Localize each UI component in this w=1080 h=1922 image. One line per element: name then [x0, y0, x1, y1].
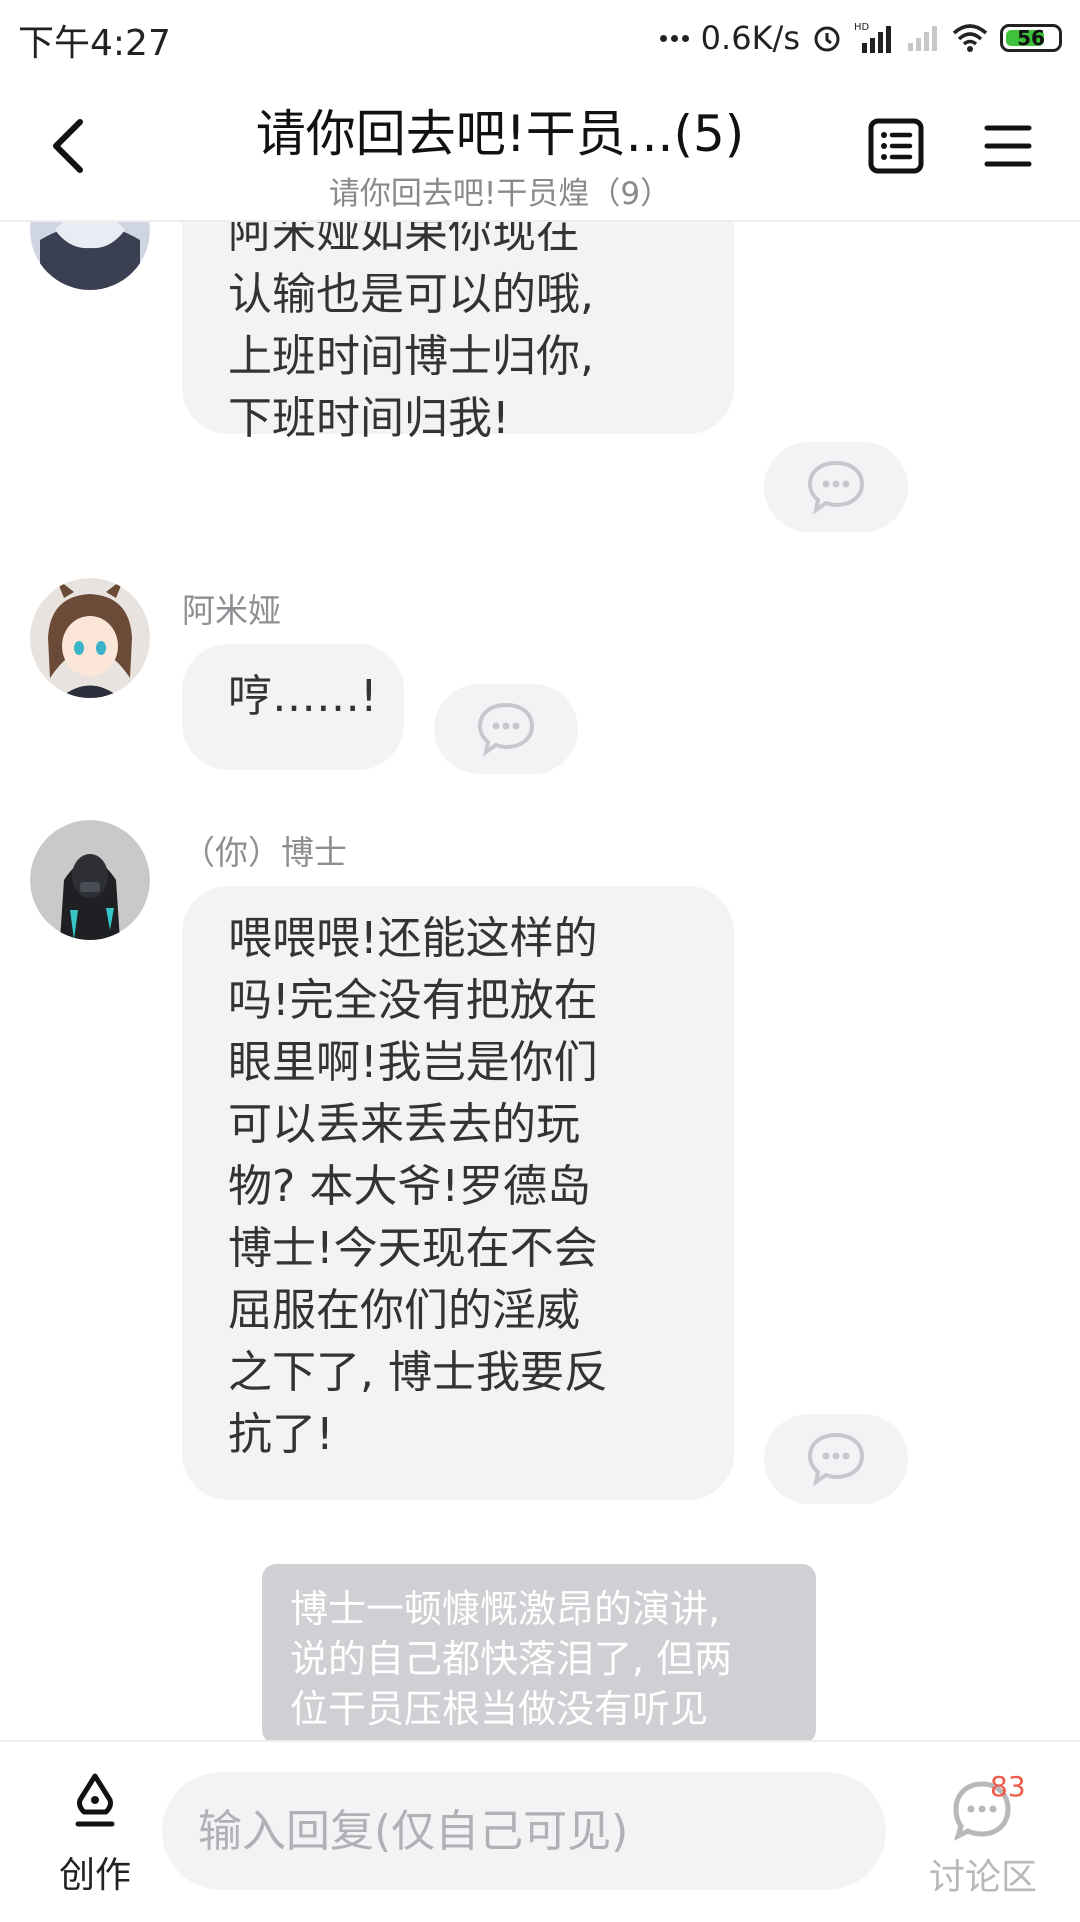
create-button[interactable]: 创作: [40, 1772, 150, 1896]
message-line: 物? 本大爷!罗德岛: [228, 1161, 591, 1212]
comment-button[interactable]: [764, 1414, 908, 1504]
comment-icon: [807, 460, 865, 515]
message-bubble: 喂喂喂!还能这样的 吗!完全没有把放在 眼里啊!我岂是你们 可以丢来丢去的玩 物…: [182, 886, 734, 1500]
message-line: 喂喂喂!还能这样的: [228, 913, 598, 964]
sender-name: 阿米娅: [182, 591, 281, 630]
status-icons: 0.6K/s HD 56: [659, 14, 1062, 62]
discussion-badge: 83: [990, 1770, 1026, 1803]
discussion-button[interactable]: 83 讨论区: [918, 1770, 1048, 1902]
narration-line: 博士一顿慷慨激昂的演讲,: [290, 1587, 721, 1631]
battery-level: 56: [1017, 26, 1045, 50]
status-bar: 下午4:27 0.6K/s HD 56: [0, 0, 1080, 76]
battery-icon: 56: [1000, 24, 1062, 52]
list-icon[interactable]: [868, 118, 924, 174]
back-icon[interactable]: [44, 116, 94, 176]
narration-line: 位干员压根当做没有听见: [290, 1687, 709, 1731]
message-line: 认输也是可以的哦,: [228, 269, 594, 320]
more-dots-icon: [659, 34, 689, 42]
narration-box: 博士一顿慷慨激昂的演讲, 说的自己都快落泪了, 但两 位干员压根当做没有听见: [262, 1564, 816, 1740]
message-line: 之下了, 博士我要反: [228, 1347, 608, 1398]
create-label: 创作: [58, 1855, 131, 1896]
message-line: 上班时间博士归你,: [228, 331, 594, 382]
bottom-bar: 创作 83 讨论区: [0, 1740, 1080, 1922]
alarm-icon: [814, 26, 840, 52]
message-line: 吗!完全没有把放在: [228, 975, 598, 1026]
chat-list[interactable]: 阿米娅如果你现在 认输也是可以的哦, 上班时间博士归你, 下班时间归我! 阿米娅…: [0, 222, 1080, 1740]
message-line: 抗了!: [228, 1409, 334, 1460]
comment-button[interactable]: [434, 684, 578, 774]
avatar-amiya[interactable]: [30, 578, 150, 698]
page-title: 请你回去吧!干员...(5): [255, 105, 745, 163]
status-time: 下午4:27: [18, 23, 171, 64]
signal-hd-icon: HD: [854, 22, 891, 53]
message-line: 哼……!: [228, 671, 378, 722]
message-line: 阿米娅如果你现在: [228, 222, 580, 258]
signal-empty-icon: [908, 26, 937, 51]
pen-icon: [75, 1773, 115, 1827]
discussion-label: 讨论区: [928, 1857, 1037, 1898]
wifi-icon: [952, 24, 988, 52]
message-bubble: 阿米娅如果你现在 认输也是可以的哦, 上班时间博士归你, 下班时间归我!: [182, 222, 734, 444]
message-line: 屈服在你们的淫威: [228, 1285, 580, 1336]
message-bubble: 哼……!: [182, 644, 404, 770]
reply-input[interactable]: [162, 1772, 886, 1890]
message-line: 下班时间归我!: [228, 393, 510, 444]
message-line: 博士!今天现在不会: [228, 1223, 598, 1274]
message-line: 可以丢来丢去的玩: [228, 1099, 580, 1150]
avatar-character[interactable]: [30, 222, 150, 290]
narration-line: 说的自己都快落泪了, 但两: [290, 1637, 733, 1681]
comment-icon: [807, 1432, 865, 1487]
avatar-doctor[interactable]: [30, 820, 150, 940]
comment-icon: [477, 702, 535, 757]
page-subtitle: 请你回去吧!干员煌（9）: [328, 176, 672, 212]
message-line: 眼里啊!我岂是你们: [228, 1037, 598, 1088]
svg-text:HD: HD: [854, 22, 870, 33]
menu-icon[interactable]: [984, 120, 1032, 172]
chat-header: 请你回去吧!干员...(5) 请你回去吧!干员煌（9）: [0, 76, 1080, 222]
sender-name: （你）博士: [182, 833, 347, 872]
net-speed: 0.6K/s: [700, 19, 800, 57]
comment-button[interactable]: [764, 442, 908, 532]
